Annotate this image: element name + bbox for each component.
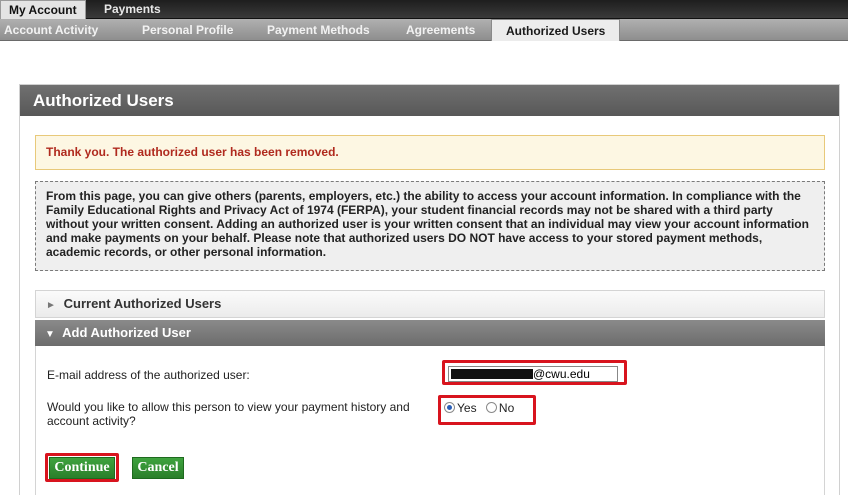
- add-user-form: E-mail address of the authorized user: @…: [35, 346, 825, 495]
- section-label: Current Authorized Users: [63, 296, 222, 311]
- no-radio[interactable]: [485, 402, 497, 413]
- cancel-button[interactable]: Cancel: [132, 457, 184, 479]
- sub-nav-bar: Account Activity Personal Profile Paymen…: [0, 19, 848, 41]
- authorized-users-panel: Authorized Users Thank you. The authoriz…: [19, 84, 840, 495]
- continue-button[interactable]: Continue: [49, 457, 115, 479]
- email-domain-text: @cwu.edu: [533, 367, 590, 381]
- tab-authorized-users[interactable]: Authorized Users: [491, 19, 621, 41]
- add-authorized-user-section[interactable]: ▼ Add Authorized User: [35, 320, 825, 346]
- email-label: E-mail address of the authorized user:: [47, 368, 250, 382]
- tab-payment-methods[interactable]: Payment Methods: [263, 19, 374, 41]
- tab-my-account[interactable]: My Account: [0, 0, 86, 19]
- email-field[interactable]: @cwu.edu: [448, 366, 618, 382]
- history-radio-group: Yes No: [444, 401, 514, 415]
- page-title: Authorized Users: [20, 85, 839, 116]
- tab-payments[interactable]: Payments: [96, 0, 169, 19]
- ferpa-info-text: From this page, you can give others (par…: [35, 181, 825, 271]
- top-nav-bar: My Account Payments: [0, 0, 848, 19]
- tab-personal-profile[interactable]: Personal Profile: [138, 19, 237, 41]
- section-label: Add Authorized User: [62, 325, 191, 340]
- yes-label: Yes: [457, 401, 477, 415]
- success-alert: Thank you. The authorized user has been …: [35, 135, 825, 170]
- no-label: No: [498, 401, 515, 415]
- expand-arrow-icon: ►: [46, 300, 56, 311]
- current-authorized-users-section[interactable]: ► Current Authorized Users: [35, 290, 825, 318]
- history-question-label: Would you like to allow this person to v…: [47, 400, 410, 428]
- tab-agreements[interactable]: Agreements: [402, 19, 479, 41]
- yes-radio[interactable]: [444, 402, 455, 413]
- redacted-email-mask: [451, 369, 533, 379]
- collapse-arrow-icon: ▼: [45, 329, 55, 340]
- tab-account-activity[interactable]: Account Activity: [0, 19, 102, 41]
